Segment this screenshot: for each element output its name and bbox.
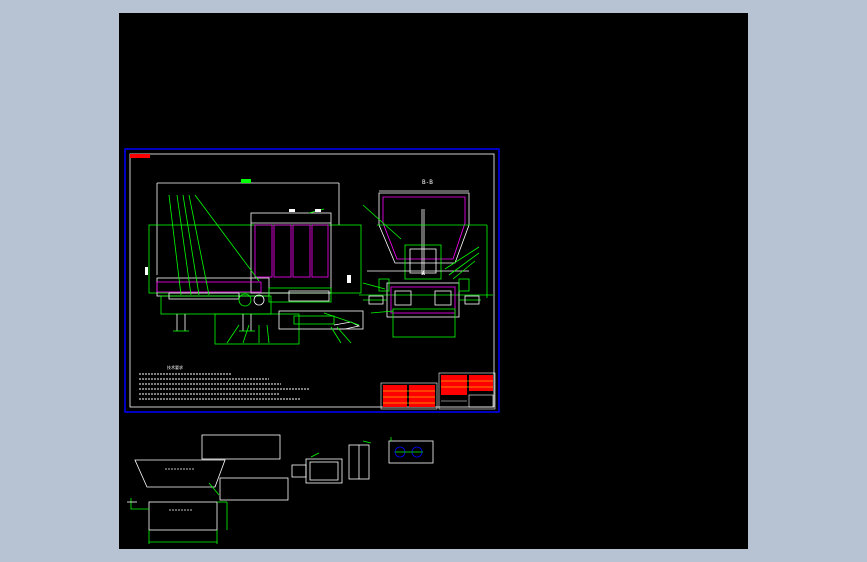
dimension-text-block bbox=[241, 179, 251, 183]
cad-drawing: B-B 技术要求 A bbox=[124, 148, 500, 544]
motor-body-outline bbox=[305, 458, 343, 484]
plate-outline-middle bbox=[219, 477, 289, 501]
drawing-canvas[interactable]: B-B 技术要求 A bbox=[119, 13, 748, 549]
hopper-outline bbox=[134, 459, 226, 488]
motor-shaft-outline bbox=[291, 464, 307, 478]
notes-heading: 技术要求 bbox=[167, 364, 183, 370]
section-view-title: B-B bbox=[422, 179, 433, 186]
base-box-outline bbox=[148, 501, 218, 531]
section-view-b-b: B-B bbox=[359, 179, 493, 338]
section-marker-label: A bbox=[422, 271, 425, 277]
side-elevation-view bbox=[145, 179, 364, 345]
title-block bbox=[380, 372, 496, 410]
component-sketches bbox=[127, 434, 434, 544]
plate-outline-top bbox=[201, 434, 281, 460]
frame-corner-tag bbox=[130, 154, 150, 158]
technical-notes: 技术要求 bbox=[139, 364, 309, 400]
sheet-frame bbox=[124, 148, 500, 413]
